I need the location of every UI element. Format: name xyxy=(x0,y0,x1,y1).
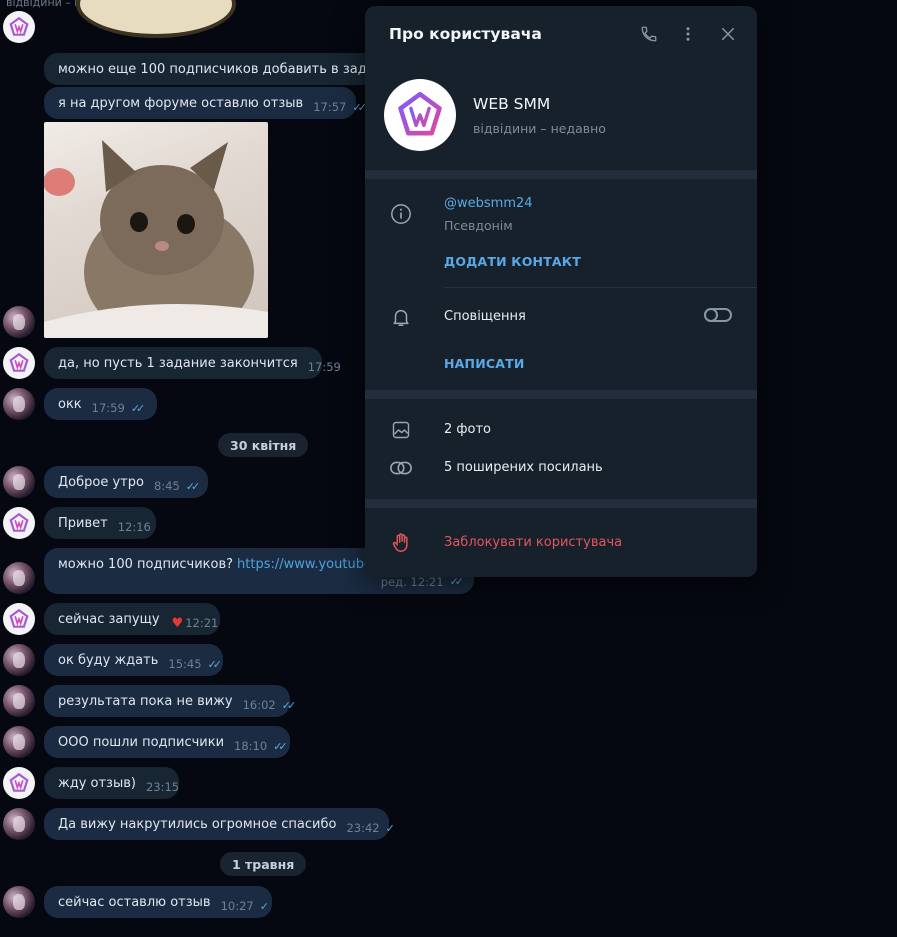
avatar[interactable] xyxy=(3,507,35,539)
toggle-knob xyxy=(704,308,718,322)
message-bubble[interactable]: жду отзыв) 23:15 xyxy=(44,767,179,799)
message-bubble[interactable]: результата пока не вижу 16:02 ✓✓ xyxy=(44,685,297,717)
message-text: окк xyxy=(58,396,82,412)
message-text: результата пока не вижу xyxy=(58,693,233,709)
message-text: жду отзыв) xyxy=(58,775,136,791)
close-icon[interactable] xyxy=(718,24,738,44)
message-time: 17:59 xyxy=(307,360,341,374)
avatar[interactable] xyxy=(3,726,35,758)
notifications-label: Сповіщення xyxy=(444,309,526,324)
message-bubble[interactable]: Привет 12:16 xyxy=(44,507,156,539)
read-ticks-icon: ✓✓ xyxy=(352,100,367,114)
message-text: Да вижу накрутились огромное спасибо xyxy=(58,816,337,832)
avatar[interactable] xyxy=(3,466,35,498)
message-time: 10:27 xyxy=(220,899,254,913)
profile-avatar[interactable] xyxy=(384,79,456,151)
panel-title: Про користувача xyxy=(389,25,542,43)
link-icon xyxy=(389,456,413,480)
message-text: можно 100 подписчиков? xyxy=(58,557,234,572)
message-text: ООО пошли подписчики xyxy=(58,734,225,750)
more-options-icon[interactable] xyxy=(678,24,698,44)
message-text: Привет xyxy=(58,515,108,531)
avatar[interactable] xyxy=(3,11,35,43)
message-text: Доброе утро xyxy=(58,474,144,490)
avatar[interactable] xyxy=(3,306,35,338)
message-text: сейчас оставлю отзыв xyxy=(58,894,211,910)
shared-links-item[interactable]: 5 поширених посилань xyxy=(444,460,603,475)
avatar[interactable] xyxy=(3,808,35,840)
row-divider xyxy=(444,287,757,288)
message-time: 16:02 xyxy=(242,698,276,712)
read-ticks-icon: ✓✓ xyxy=(130,401,146,415)
message-bubble[interactable]: сейчас оставлю отзыв 10:27 ✓ xyxy=(44,886,272,918)
message-time: 18:10 xyxy=(234,739,268,753)
heart-reaction-icon[interactable]: ♥ xyxy=(172,616,184,631)
date-separator: 30 квітня xyxy=(218,433,309,457)
section-divider xyxy=(365,170,757,179)
message-text: ок буду ждать xyxy=(58,652,159,668)
notifications-toggle[interactable] xyxy=(704,308,732,322)
message-text: сейчас запущу xyxy=(58,611,160,627)
message-bubble[interactable]: да, но пусть 1 задание закончится 17:59 xyxy=(44,347,341,379)
avatar[interactable] xyxy=(3,685,35,717)
photo-icon xyxy=(389,418,413,442)
avatar[interactable] xyxy=(3,603,35,635)
message-time: 15:45 xyxy=(168,657,202,671)
message-bubble[interactable]: сейчас запущу ♥ 12:21 xyxy=(44,603,220,635)
sticker-image[interactable] xyxy=(76,0,236,38)
message-time: 8:45 xyxy=(153,479,180,493)
message-time: 17:57 xyxy=(313,100,347,114)
phone-icon[interactable] xyxy=(639,24,659,44)
message-text: можно еще 100 подписчиков добавить в зад… xyxy=(58,61,400,77)
avatar[interactable] xyxy=(3,347,35,379)
username-label: Псевдонім xyxy=(444,218,513,233)
message-bubble[interactable]: ок буду ждать 15:45 ✓✓ xyxy=(44,644,223,676)
message-time: 17:59 xyxy=(91,401,125,415)
message-time: 12:16 xyxy=(117,520,151,534)
read-tick-icon: ✓ xyxy=(385,821,395,835)
read-ticks-icon: ✓✓ xyxy=(449,575,465,588)
bell-icon xyxy=(389,305,413,329)
message-bubble[interactable]: Доброе утро 8:45 ✓✓ xyxy=(44,466,208,498)
message-time: 23:15 xyxy=(145,780,180,794)
date-separator: 1 травня xyxy=(220,852,307,876)
user-info-panel: Про користувача WEB SMM відвідини – неда… xyxy=(365,6,757,577)
add-contact-button[interactable]: ДОДАТИ КОНТАКТ xyxy=(444,254,581,269)
info-icon xyxy=(389,202,413,226)
message-time: 12:21 xyxy=(185,616,219,630)
read-ticks-icon: ✓✓ xyxy=(207,657,223,671)
message-text: да, но пусть 1 задание закончится xyxy=(58,355,298,371)
message-time: 23:42 xyxy=(346,821,380,835)
username-link[interactable]: @websmm24 xyxy=(444,196,533,211)
message-bubble[interactable]: я на другом форуме оставлю отзыв 17:57 ✓… xyxy=(44,87,367,119)
read-ticks-icon: ✓✓ xyxy=(185,479,201,493)
avatar[interactable] xyxy=(3,562,35,594)
block-user-button[interactable]: Заблокувати користувача xyxy=(444,535,622,550)
read-ticks-icon: ✓✓ xyxy=(281,698,297,712)
avatar[interactable] xyxy=(3,886,35,918)
avatar[interactable] xyxy=(3,388,35,420)
profile-status: відвідини – недавно xyxy=(473,121,606,136)
read-ticks-icon: ✓✓ xyxy=(273,739,288,753)
kitten-photo[interactable] xyxy=(44,122,268,338)
avatar[interactable] xyxy=(3,644,35,676)
write-message-button[interactable]: НАПИСАТИ xyxy=(444,356,525,371)
message-time: ред. 12:21 xyxy=(380,575,444,589)
read-tick-icon: ✓ xyxy=(259,899,269,913)
section-divider xyxy=(365,390,757,399)
message-bubble[interactable]: ООО пошли подписчики 18:10 ✓✓ xyxy=(44,726,290,758)
avatar[interactable] xyxy=(3,767,35,799)
message-text: я на другом форуме оставлю отзыв xyxy=(58,95,304,111)
shared-photos-item[interactable]: 2 фото xyxy=(444,422,491,437)
profile-name: WEB SMM xyxy=(473,95,551,113)
message-bubble[interactable]: окк 17:59 ✓✓ xyxy=(44,388,157,420)
message-bubble[interactable]: Да вижу накрутились огромное спасибо 23:… xyxy=(44,808,395,840)
section-divider xyxy=(365,499,757,508)
block-hand-icon xyxy=(389,531,413,555)
websmm-logo-icon xyxy=(398,91,442,136)
